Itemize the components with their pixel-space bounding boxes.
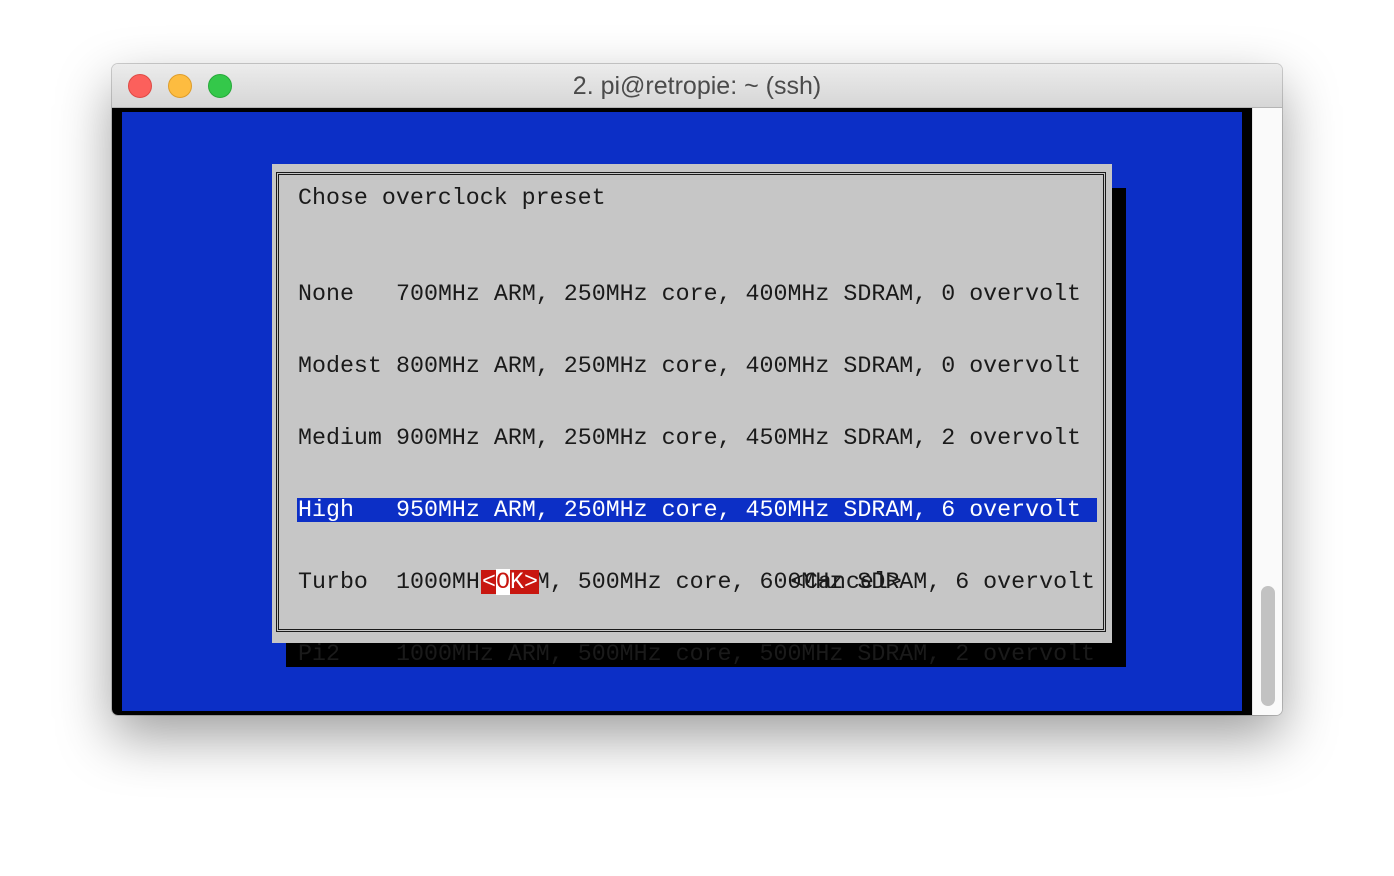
title-bar[interactable]: 2. pi@retropie: ~ (ssh) — [112, 64, 1282, 108]
menu-item-high[interactable]: High 950MHz ARM, 250MHz core, 450MHz SDRA… — [297, 498, 1097, 522]
dialog-prompt: Chose overclock preset — [298, 185, 606, 211]
menu-item-description: 900MHz ARM, 250MHz core, 450MHz SDRAM, 2… — [396, 425, 1082, 451]
menu-item-tag: High — [298, 497, 354, 523]
terminal-area[interactable]: Chose overclock preset None 700MHz ARM, 2… — [112, 108, 1252, 715]
window-title: 2. pi@retropie: ~ (ssh) — [572, 72, 822, 100]
scrollbar[interactable] — [1252, 108, 1282, 715]
menu-item-none[interactable]: None 700MHz ARM, 250MHz core, 400MHz SDRA… — [297, 282, 1097, 306]
menu-item-modest[interactable]: Modest 800MHz ARM, 250MHz core, 400MHz SD… — [297, 354, 1097, 378]
terminal-backdrop: Chose overclock preset None 700MHz ARM, 2… — [122, 112, 1242, 711]
ok-bracket-left: < — [482, 569, 496, 595]
ok-label-rest: K — [509, 569, 524, 595]
menu-item-medium[interactable]: Medium 900MHz ARM, 250MHz core, 450MHz SD… — [297, 426, 1097, 450]
menu-item-description: 1000MHz ARM, 500MHz core, 500MHz SDRAM, … — [396, 641, 1096, 667]
ok-button[interactable]: <OK> — [481, 569, 539, 595]
scrollbar-thumb[interactable] — [1261, 586, 1275, 706]
dialog-buttons: <OK> <Cancel> — [272, 569, 1112, 595]
menu-item-tag: Modest — [298, 353, 382, 379]
menu-item-tag: Medium — [298, 425, 382, 451]
ok-bracket-right: > — [523, 569, 538, 595]
menu-item-description: 950MHz ARM, 250MHz core, 450MHz SDRAM, 6… — [396, 497, 1082, 523]
cancel-button[interactable]: <Cancel> — [790, 570, 902, 594]
menu-item-description: 800MHz ARM, 250MHz core, 400MHz SDRAM, 0… — [396, 353, 1082, 379]
overclock-dialog: Chose overclock preset None 700MHz ARM, 2… — [272, 164, 1112, 666]
menu-item-pi2[interactable]: Pi2 1000MHz ARM, 500MHz core, 500MHz SDRA… — [297, 642, 1097, 666]
preset-menu: None 700MHz ARM, 250MHz core, 400MHz SDRA… — [297, 234, 1097, 714]
menu-item-description: 700MHz ARM, 250MHz core, 400MHz SDRAM, 0… — [396, 281, 1082, 307]
terminal-window: 2. pi@retropie: ~ (ssh) Chose overclock … — [112, 64, 1282, 715]
menu-item-tag: None — [298, 281, 354, 307]
ok-hotkey: O — [495, 569, 510, 595]
